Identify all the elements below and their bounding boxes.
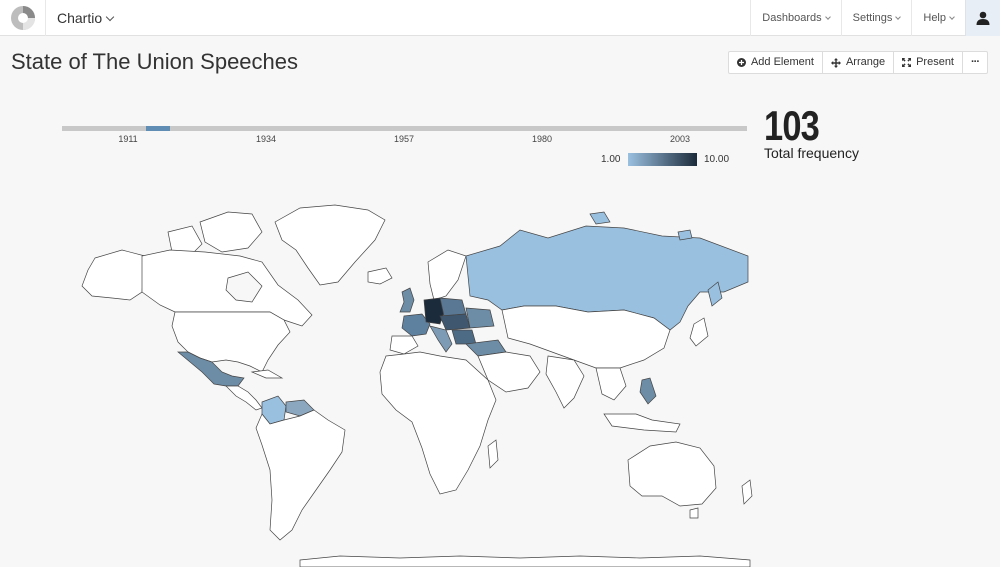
move-arrows-icon	[830, 57, 841, 68]
year-range-slider[interactable]	[62, 126, 747, 131]
top-nav-bar: Chartio Dashboards Settings Help	[0, 0, 1000, 36]
country-madagascar[interactable]	[487, 439, 499, 469]
country-indonesia[interactable]	[603, 413, 681, 433]
country-scandinavia[interactable]	[427, 249, 467, 301]
chevron-down-icon	[949, 14, 955, 20]
chevron-down-icon	[895, 14, 902, 20]
org-switcher[interactable]: Chartio	[57, 0, 115, 36]
year-range-selection[interactable]	[146, 126, 171, 131]
add-element-button[interactable]: Add Element	[729, 52, 822, 73]
country-central-america[interactable]	[225, 385, 263, 411]
region-antarctica[interactable]	[299, 555, 751, 567]
nav-dashboards[interactable]: Dashboards	[750, 0, 840, 36]
world-map	[81, 204, 753, 567]
legend-min-value: 1.00	[601, 154, 621, 165]
country-philippines[interactable]	[639, 377, 657, 405]
timeline-tick: 1957	[393, 134, 415, 144]
country-ukraine[interactable]	[465, 307, 495, 329]
timeline-tick: 1934	[255, 134, 277, 144]
ellipsis-icon: ···	[971, 56, 980, 68]
fullscreen-icon	[902, 58, 912, 67]
user-menu-button[interactable]	[965, 0, 1000, 36]
country-russia-islands[interactable]	[677, 229, 693, 241]
timeline-tick: 1911	[118, 134, 138, 144]
country-japan[interactable]	[689, 317, 709, 347]
country-iceland[interactable]	[367, 267, 393, 285]
country-new-zealand[interactable]	[741, 479, 753, 505]
country-austria-hungary[interactable]	[439, 313, 471, 331]
country-balkans[interactable]	[451, 329, 477, 345]
page-title: State of The Union Speeches	[11, 49, 299, 74]
country-australia[interactable]	[627, 441, 717, 507]
present-button[interactable]: Present	[893, 52, 962, 73]
country-south-america[interactable]	[255, 409, 346, 541]
timeline-tick: 1980	[531, 134, 553, 144]
more-options-button[interactable]: ···	[962, 52, 987, 73]
dashboard-toolbar: Add Element Arrange Present ···	[727, 51, 988, 74]
nav-help[interactable]: Help	[911, 0, 965, 36]
legend-color-scale	[628, 153, 697, 166]
country-poland[interactable]	[439, 297, 467, 317]
total-frequency-value: 103	[764, 102, 820, 149]
total-frequency-label: Total frequency	[764, 145, 859, 161]
country-canada-islands[interactable]	[199, 211, 263, 253]
chevron-down-icon	[824, 14, 831, 20]
country-usa-alaska[interactable]	[81, 249, 146, 301]
timeline-tick: 2003	[669, 134, 691, 144]
country-russia-islands[interactable]	[589, 211, 611, 225]
country-tasmania[interactable]	[689, 507, 699, 519]
chevron-down-icon	[105, 12, 115, 22]
legend-max-value: 10.00	[704, 154, 730, 165]
country-uk[interactable]	[399, 287, 415, 313]
nav-settings[interactable]: Settings	[840, 0, 912, 36]
country-cuba[interactable]	[250, 369, 284, 379]
user-icon	[976, 11, 990, 25]
country-spain[interactable]	[389, 335, 419, 355]
country-africa[interactable]	[379, 351, 497, 495]
country-india[interactable]	[545, 355, 585, 409]
country-southeast-asia[interactable]	[595, 367, 627, 401]
main-menu: Dashboards Settings Help	[750, 0, 965, 36]
org-name: Chartio	[57, 10, 103, 26]
country-usa[interactable]	[171, 311, 291, 373]
arrange-button[interactable]: Arrange	[821, 52, 893, 73]
plus-circle-icon	[736, 58, 746, 67]
chartio-logo-icon[interactable]	[0, 0, 46, 36]
